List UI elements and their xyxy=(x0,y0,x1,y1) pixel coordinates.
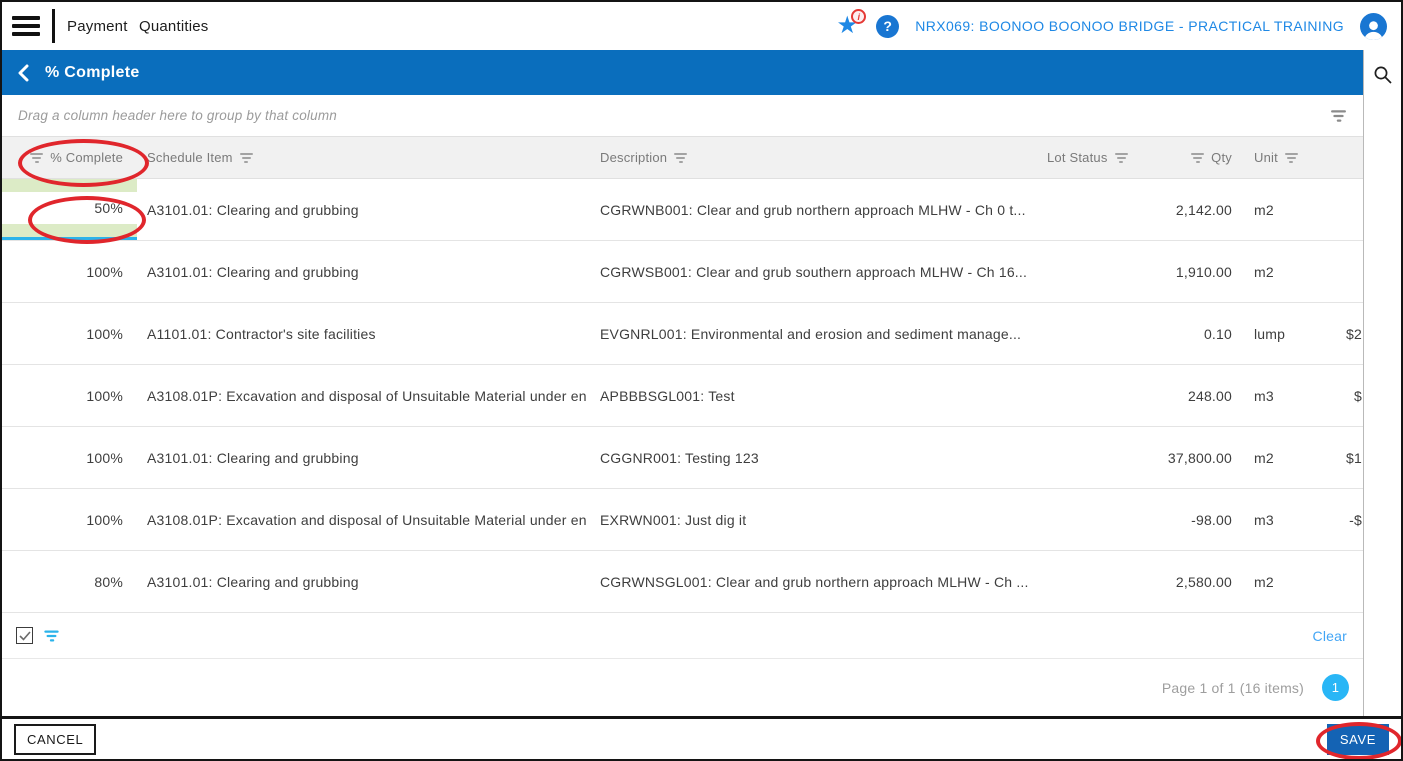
table-header-row: % Complete Schedule Item Description Lot… xyxy=(2,136,1363,179)
pager: Page 1 of 1 (16 items) 1 xyxy=(2,659,1363,716)
content-area: % Complete Drag a column header here to … xyxy=(2,50,1401,716)
app-title: Payment Quantities xyxy=(67,18,209,35)
table-row[interactable]: 100% A3101.01: Clearing and grubbing CGG… xyxy=(2,427,1363,489)
filter-icon[interactable] xyxy=(674,153,687,163)
action-bar: CANCEL SAVE xyxy=(2,716,1401,759)
table-row[interactable]: 100% A3108.01P: Excavation and disposal … xyxy=(2,365,1363,427)
clear-filter-link[interactable]: Clear xyxy=(1313,628,1347,644)
pager-summary: Page 1 of 1 (16 items) xyxy=(1162,680,1304,696)
edit-highlight xyxy=(2,179,137,192)
top-bar: Payment Quantities ★ i ? NRX069: BOONOO … xyxy=(2,2,1401,50)
group-panel[interactable]: Drag a column header here to group by th… xyxy=(2,95,1363,136)
app-window: Payment Quantities ★ i ? NRX069: BOONOO … xyxy=(0,0,1403,761)
person-icon xyxy=(1362,19,1385,40)
star-badge: i xyxy=(851,9,866,24)
right-rail xyxy=(1363,50,1401,716)
column-header-qty[interactable]: Qty xyxy=(1132,137,1232,178)
column-header-description[interactable]: Description xyxy=(592,137,1042,178)
pct-complete-editor-cell[interactable]: 50% xyxy=(2,179,137,240)
table-row[interactable]: 100% A1101.01: Contractor's site facilit… xyxy=(2,303,1363,365)
filter-builder-icon[interactable] xyxy=(1331,110,1346,122)
project-link[interactable]: NRX069: BOONOO BOONOO BRIDGE - PRACTICAL… xyxy=(915,18,1344,34)
column-header-schedule-item[interactable]: Schedule Item xyxy=(137,137,592,178)
table-row[interactable]: 100% A3101.01: Clearing and grubbing CGR… xyxy=(2,241,1363,303)
filter-icon[interactable] xyxy=(1191,153,1204,163)
column-header-pct-complete[interactable]: % Complete xyxy=(2,137,137,178)
back-button[interactable] xyxy=(16,64,31,82)
group-hint: Drag a column header here to group by th… xyxy=(18,108,337,123)
table-row[interactable]: 100% A3108.01P: Excavation and disposal … xyxy=(2,489,1363,551)
column-header-unit[interactable]: Unit xyxy=(1232,137,1327,178)
page-1-button[interactable]: 1 xyxy=(1322,674,1349,701)
search-button[interactable] xyxy=(1371,62,1395,86)
page-title: % Complete xyxy=(45,64,140,82)
filter-row: Clear xyxy=(2,613,1363,659)
filter-icon[interactable] xyxy=(1115,153,1128,163)
filter-icon[interactable] xyxy=(44,630,58,641)
filter-enabled-checkbox[interactable] xyxy=(16,627,33,644)
help-icon[interactable]: ? xyxy=(876,15,899,38)
column-header-amount[interactable] xyxy=(1327,137,1363,178)
column-header-lot-status[interactable]: Lot Status xyxy=(1042,137,1132,178)
edit-highlight xyxy=(2,224,137,237)
search-icon xyxy=(1372,64,1393,85)
filter-icon[interactable] xyxy=(30,153,43,163)
save-button[interactable]: SAVE xyxy=(1327,724,1389,755)
check-icon xyxy=(19,631,31,641)
favorite-button[interactable]: ★ i xyxy=(834,13,860,39)
table-row[interactable]: 50% A3101.01: Clearing and grubbing CGRW… xyxy=(2,179,1363,241)
avatar[interactable] xyxy=(1360,13,1387,40)
cancel-button[interactable]: CANCEL xyxy=(14,724,96,755)
menu-icon[interactable] xyxy=(12,16,40,36)
divider xyxy=(52,9,55,43)
filter-icon[interactable] xyxy=(240,153,253,163)
chevron-left-icon xyxy=(16,64,31,82)
sub-header: % Complete xyxy=(2,50,1363,95)
filter-icon[interactable] xyxy=(1285,153,1298,163)
table-row[interactable]: 80% A3101.01: Clearing and grubbing CGRW… xyxy=(2,551,1363,613)
